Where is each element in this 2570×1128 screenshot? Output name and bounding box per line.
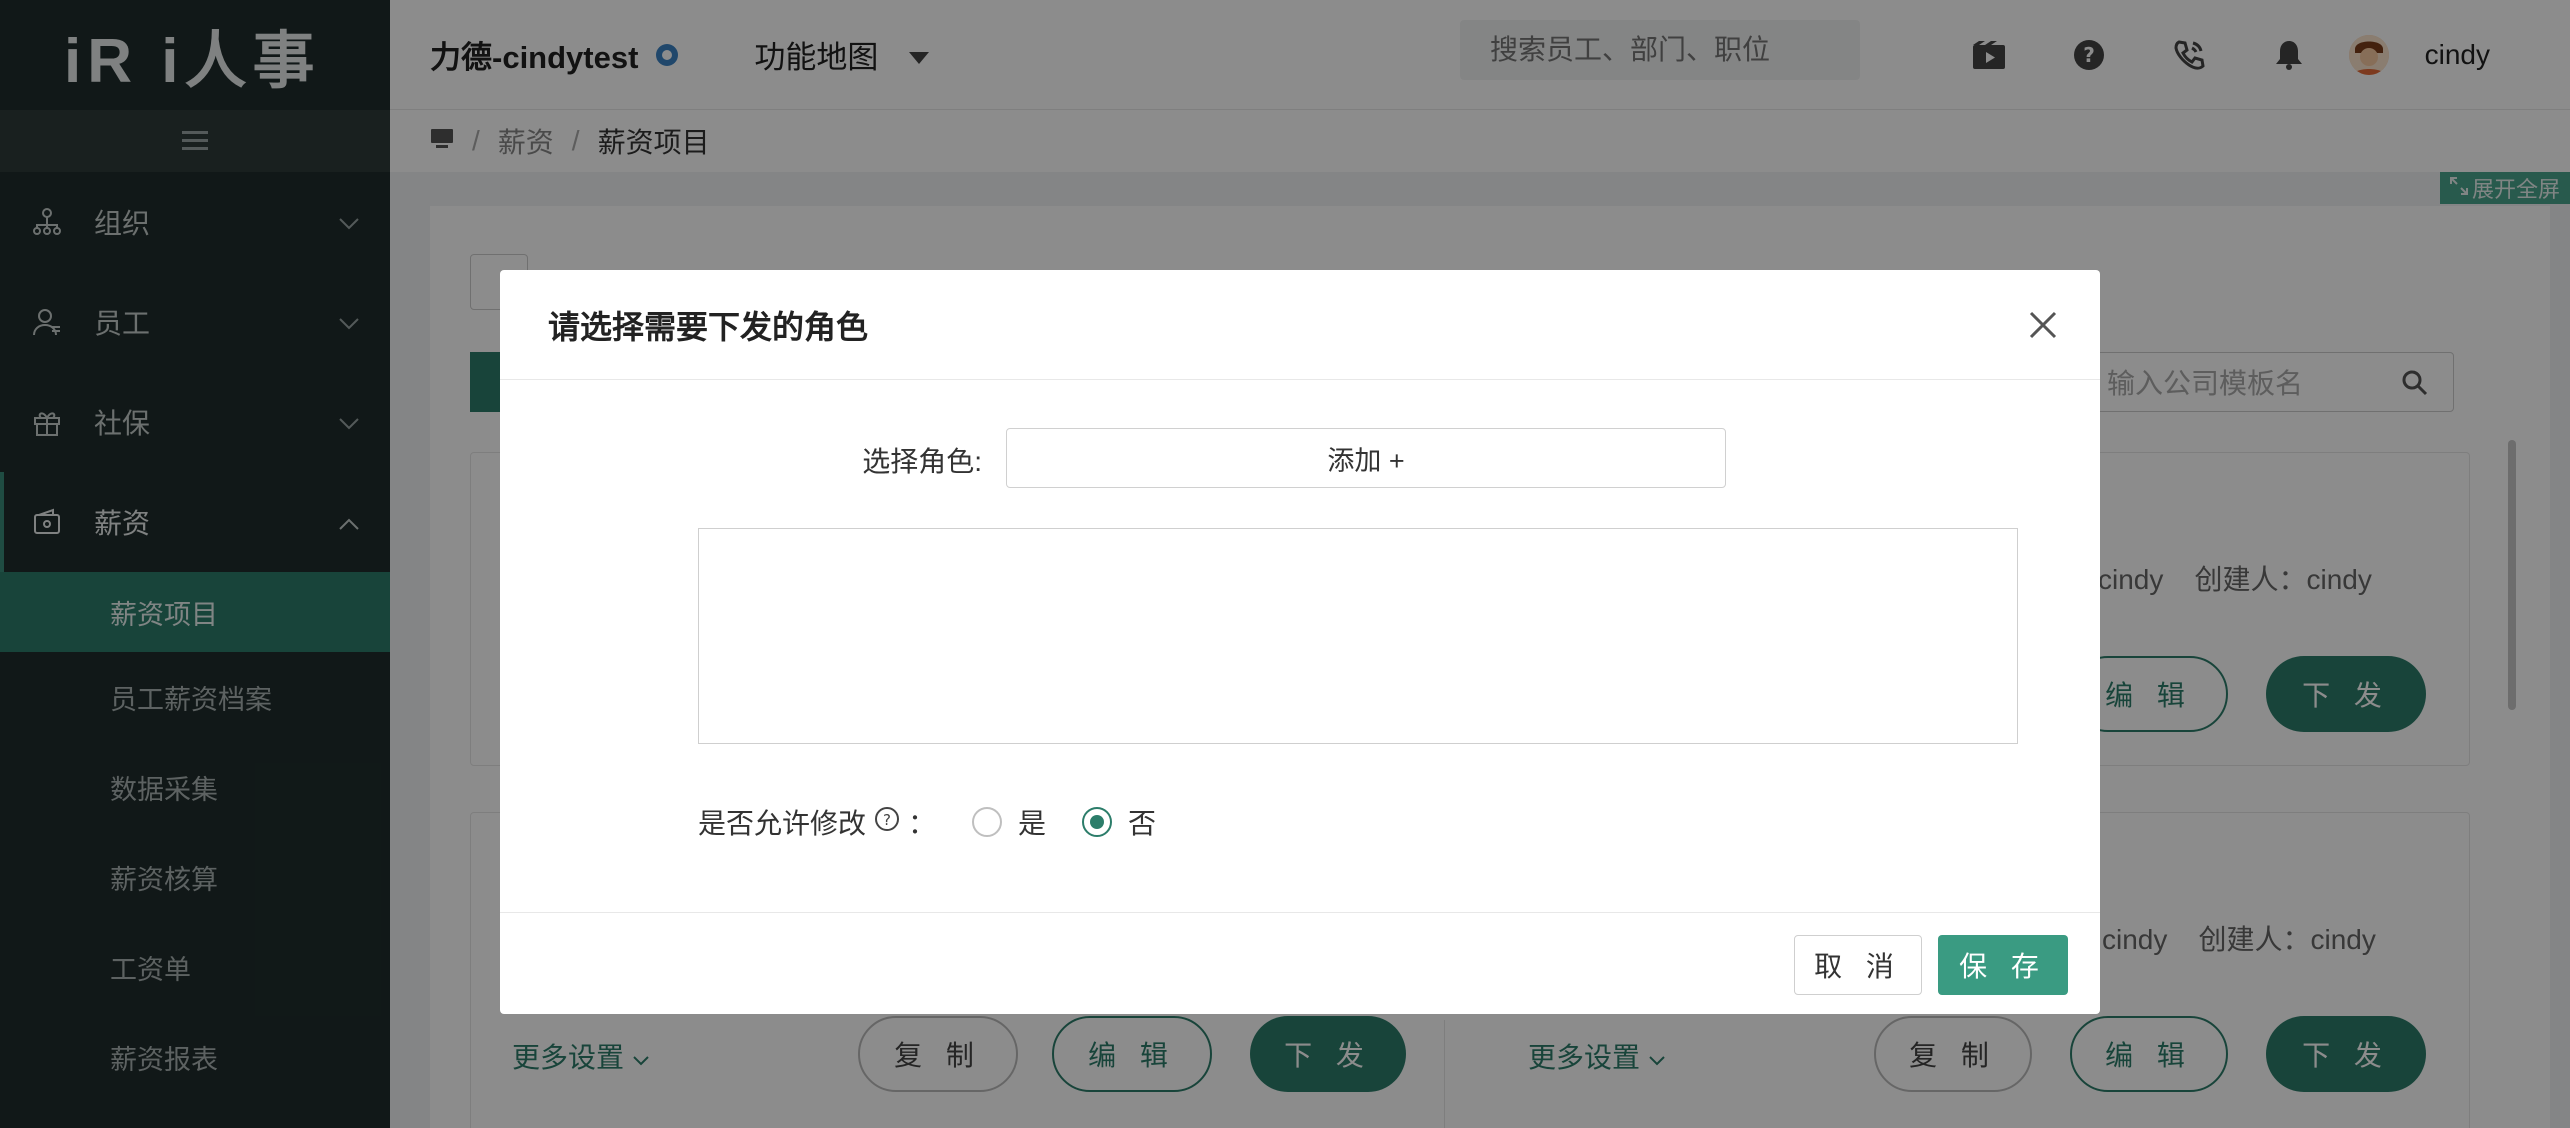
allow-modify-label: 是否允许修改 [698,808,867,839]
allow-modify-row: 是否允许修改 ? ： 是 否 [698,802,1156,842]
select-role-dialog: 请选择需要下发的角色 选择角色: 添加 + 是否允许修改 ? ： 是 否 取 消… [500,270,2100,1014]
dialog-title: 请选择需要下发的角色 [548,308,869,345]
save-button[interactable]: 保 存 [1938,935,2068,995]
radio-yes[interactable]: 是 [972,802,1046,842]
dialog-footer: 取 消 保 存 [500,912,2100,1014]
radio-no-circle[interactable] [1082,807,1113,837]
question-circle-icon[interactable]: ? [874,806,900,839]
radio-yes-label: 是 [1018,808,1047,839]
cancel-button[interactable]: 取 消 [1794,935,1922,995]
radio-yes-circle[interactable] [972,807,1003,837]
radio-no-label: 否 [1128,808,1157,839]
select-role-label: 选择角色: [862,446,982,477]
radio-no[interactable]: 否 [1082,802,1156,842]
select-role-row: 选择角色: 添加 + [500,428,2100,488]
allow-modify-colon: ： [908,808,937,839]
svg-text:?: ? [883,811,891,829]
selected-roles-box[interactable] [698,528,2018,744]
dialog-header: 请选择需要下发的角色 [500,270,2100,380]
close-icon[interactable] [2026,308,2060,342]
add-role-button[interactable]: 添加 + [1006,428,1726,488]
